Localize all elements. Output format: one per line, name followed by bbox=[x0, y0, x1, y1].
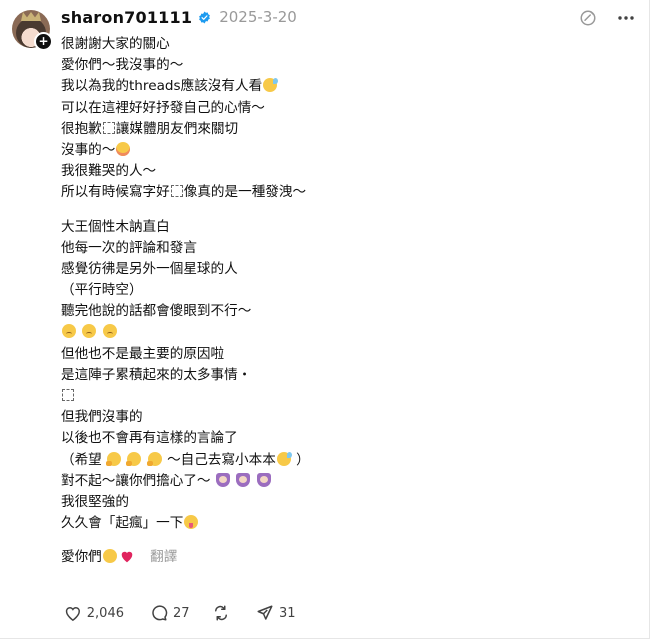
plus-icon[interactable]: + bbox=[34, 32, 53, 51]
missing-glyph bbox=[102, 121, 115, 134]
post-line: 很謝謝大家的關心 bbox=[61, 36, 170, 52]
post-line: 但他也不是最主要的原因啦 bbox=[61, 345, 225, 362]
sad-emoji bbox=[82, 324, 97, 339]
post-body: 很謝謝大家的關心 愛你們～我沒事的～ 我以為我的threads應該沒有人看 可以… bbox=[61, 34, 621, 569]
bowing-person-emoji bbox=[215, 472, 230, 487]
post-line: 愛你們 翻譯 bbox=[61, 549, 178, 566]
post-line: 我以為我的threads應該沒有人看 bbox=[61, 76, 621, 97]
mute-icon[interactable] bbox=[579, 9, 597, 27]
sad-emoji bbox=[102, 324, 117, 339]
bowing-person-emoji bbox=[256, 472, 271, 487]
post-line bbox=[61, 322, 621, 343]
more-icon[interactable] bbox=[617, 9, 635, 27]
missing-glyph bbox=[170, 185, 183, 198]
red-heart-emoji bbox=[121, 552, 133, 563]
kiss-emoji bbox=[102, 549, 117, 564]
post-header: sharon701111 2025-3-20 bbox=[61, 6, 297, 28]
post-line: 我很堅強的 bbox=[61, 493, 129, 510]
post-line: 聽完他說的話都會傻眼到不行～ bbox=[61, 303, 252, 320]
heart-icon bbox=[65, 606, 80, 621]
zany-face-emoji bbox=[184, 515, 199, 530]
like-count: 2,046 bbox=[86, 605, 124, 621]
post-line: 感覺彷彿是另外一個星球的人 bbox=[61, 260, 238, 277]
username[interactable]: sharon701111 bbox=[61, 8, 192, 27]
verified-badge-icon bbox=[199, 11, 211, 23]
sad-emoji bbox=[62, 324, 76, 339]
post-line bbox=[61, 386, 621, 407]
share-count: 31 bbox=[279, 605, 296, 621]
post-line: 我很難哭的人～ bbox=[61, 163, 157, 180]
header-actions bbox=[579, 9, 635, 27]
share-icon bbox=[257, 605, 273, 620]
thinking-emoji bbox=[126, 451, 142, 466]
post-line: 沒事的～ bbox=[61, 140, 621, 161]
post-date: 2025-3-20 bbox=[219, 8, 297, 26]
missing-glyph bbox=[62, 389, 74, 401]
post-line: 久久會「起瘋」一下 bbox=[61, 513, 621, 534]
post-line: 所以有時候寫字好 像真的是一種發洩～ bbox=[61, 184, 307, 201]
post-line: 很抱歉 讓媒體朋友們來關切 bbox=[61, 120, 239, 137]
avatar[interactable]: + bbox=[12, 10, 53, 51]
post-line: （希望 ～自己去寫小本本 ） bbox=[61, 451, 310, 468]
post-line: （平行時空） bbox=[61, 282, 143, 299]
sweat-smile-emoji bbox=[263, 78, 279, 93]
post-line: 但我們沒事的 bbox=[61, 409, 143, 426]
bowing-person-emoji bbox=[236, 472, 251, 487]
post-line: 他每一次的評論和發言 bbox=[61, 239, 197, 256]
post-line: 是這陣子累積起來的太多事情・ bbox=[61, 366, 252, 383]
like-button[interactable]: 2,046 bbox=[64, 605, 124, 622]
post-card: + sharon701111 2025-3-20 很謝謝大家的關心 愛你們～我沒… bbox=[0, 0, 650, 639]
comment-button[interactable]: 27 bbox=[150, 604, 190, 622]
smile-emoji bbox=[116, 141, 131, 156]
post-line: 可以在這裡好好抒發自己的心情～ bbox=[61, 99, 265, 116]
comment-icon bbox=[152, 605, 168, 621]
translate-link[interactable]: 翻譯 bbox=[150, 549, 177, 565]
sweat-smile-emoji bbox=[276, 451, 292, 466]
post-line: 愛你們～我沒事的～ bbox=[61, 57, 184, 74]
post-line: 以後也不會再有這樣的言論了 bbox=[61, 430, 238, 447]
comment-count: 27 bbox=[173, 605, 190, 621]
post-actions: 2,046 27 31 bbox=[64, 604, 296, 622]
share-button[interactable]: 31 bbox=[256, 604, 296, 622]
post-line: 對不起～讓你們擔心了～ bbox=[61, 471, 621, 492]
repost-button[interactable] bbox=[212, 604, 232, 622]
repost-icon bbox=[215, 605, 227, 621]
thinking-emoji bbox=[146, 451, 162, 466]
post-line: 大王個性木訥直白 bbox=[61, 218, 170, 235]
thinking-emoji bbox=[106, 451, 122, 466]
